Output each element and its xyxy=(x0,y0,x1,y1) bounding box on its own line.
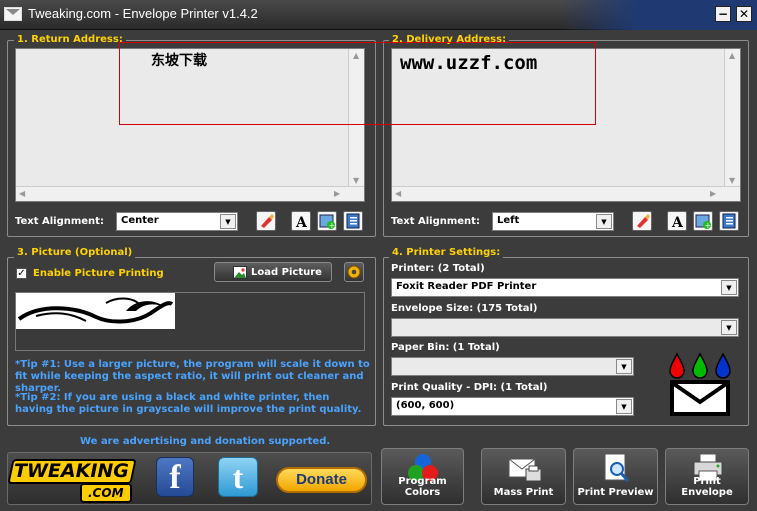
chevron-down-icon[interactable]: ▼ xyxy=(220,214,236,229)
tip-one: *Tip #1: Use a larger picture, the progr… xyxy=(15,359,370,394)
envelope-app-icon xyxy=(4,7,22,21)
scroll-right-icon[interactable]: ▶ xyxy=(334,189,340,198)
enable-picture-checkbox[interactable]: ✓ xyxy=(16,268,27,279)
envelope-size-select[interactable]: ▼ xyxy=(391,318,739,337)
svg-text:+: + xyxy=(705,221,712,230)
return-address-title: 1. Return Address: xyxy=(14,34,126,45)
chevron-down-icon[interactable]: ▼ xyxy=(616,359,632,374)
address-book-icon xyxy=(722,213,736,229)
picture-icon xyxy=(233,266,247,279)
clear-text-button[interactable] xyxy=(256,211,276,231)
close-button[interactable]: ✕ xyxy=(736,6,752,22)
envelope-ink-drops-icon xyxy=(669,352,731,416)
delivery-address-vscrollbar[interactable]: ▲ ▼ xyxy=(724,49,740,187)
minimize-button[interactable]: − xyxy=(715,6,731,22)
title-bar: Tweaking.com - Envelope Printer v1.4.2 −… xyxy=(0,0,757,30)
program-colors-label: Program Colors xyxy=(398,476,447,498)
print-envelope-label: Print Envelope xyxy=(681,476,733,498)
load-picture-button[interactable]: Load Picture xyxy=(214,262,332,282)
svg-text:A: A xyxy=(295,215,308,230)
svg-text:+: + xyxy=(329,221,336,230)
return-alignment-select[interactable]: Center ▼ xyxy=(116,212,238,231)
enable-picture-label: Enable Picture Printing xyxy=(33,268,164,279)
donate-label: Donate xyxy=(296,471,347,488)
address-book-button[interactable] xyxy=(343,211,363,231)
support-text: We are advertising and donation supporte… xyxy=(80,436,331,447)
scroll-left-icon[interactable]: ◀ xyxy=(395,189,401,198)
gear-icon xyxy=(347,265,361,279)
print-preview-icon xyxy=(604,453,630,482)
tweaking-logo-text: TWEAKING xyxy=(14,460,129,482)
picture-title: 3. Picture (Optional) xyxy=(14,247,136,258)
return-address-hscrollbar[interactable]: ◀ ▶ xyxy=(16,186,364,201)
printer-label: Printer: (2 Total) xyxy=(391,263,485,274)
add-address-button[interactable]: + xyxy=(317,211,337,231)
swirl-ornament-icon xyxy=(17,297,174,324)
scroll-right-icon[interactable]: ▶ xyxy=(710,189,716,198)
donate-button[interactable]: Donate xyxy=(276,467,367,493)
paper-bin-select[interactable]: ▼ xyxy=(391,357,634,376)
twitter-button[interactable]: t xyxy=(218,457,258,497)
annotation-rectangle xyxy=(119,42,596,125)
svg-text:A: A xyxy=(671,215,684,230)
chevron-down-icon[interactable]: ▼ xyxy=(721,280,737,295)
font-button[interactable]: A xyxy=(291,211,311,231)
add-address-icon: + xyxy=(695,214,712,230)
printer-value: Foxit Reader PDF Printer xyxy=(396,281,537,292)
tweaking-logo-dotcom: .COM xyxy=(80,483,132,503)
facebook-button[interactable]: f xyxy=(156,457,194,497)
mass-print-icon xyxy=(508,458,542,482)
add-address-icon: + xyxy=(319,214,336,230)
tip-two: *Tip #2: If you are using a black and wh… xyxy=(15,392,362,415)
eraser-icon xyxy=(261,214,274,228)
window-title: Tweaking.com - Envelope Printer v1.4.2 xyxy=(28,6,258,21)
address-book-button[interactable] xyxy=(719,211,739,231)
mass-print-button[interactable]: Mass Print xyxy=(481,448,566,505)
eraser-icon xyxy=(637,214,650,228)
twitter-icon: t xyxy=(232,459,244,495)
return-alignment-label: Text Alignment: xyxy=(15,216,104,227)
address-book-icon xyxy=(346,213,360,229)
print-preview-label: Print Preview xyxy=(577,487,654,498)
print-quality-value: (600, 600) xyxy=(396,400,455,411)
picture-preview xyxy=(15,292,365,351)
printer-settings-title: 4. Printer Settings: xyxy=(389,247,504,258)
facebook-icon: f xyxy=(169,459,181,496)
paper-bin-label: Paper Bin: (1 Total) xyxy=(391,342,500,353)
picture-settings-button[interactable] xyxy=(344,262,364,282)
picture-preview-image xyxy=(16,293,175,329)
printer-select[interactable]: Foxit Reader PDF Printer ▼ xyxy=(391,278,739,297)
load-picture-label: Load Picture xyxy=(251,267,322,278)
scroll-down-icon[interactable]: ▼ xyxy=(729,176,735,185)
scroll-down-icon[interactable]: ▼ xyxy=(353,176,359,185)
program-colors-button[interactable]: Program Colors xyxy=(381,448,464,505)
scroll-up-icon[interactable]: ▲ xyxy=(729,51,735,60)
return-alignment-value: Center xyxy=(121,215,159,226)
mass-print-label: Mass Print xyxy=(493,487,554,498)
print-envelope-button[interactable]: Print Envelope xyxy=(665,448,749,505)
delivery-alignment-value: Left xyxy=(497,215,520,226)
scroll-left-icon[interactable]: ◀ xyxy=(19,189,25,198)
delivery-address-hscrollbar[interactable]: ◀ ▶ xyxy=(392,186,740,201)
print-quality-label: Print Quality - DPI: (1 Total) xyxy=(391,382,548,393)
tweaking-logo[interactable]: TWEAKING .COM xyxy=(7,456,137,503)
chevron-down-icon[interactable]: ▼ xyxy=(616,399,632,414)
font-icon: A xyxy=(295,215,308,231)
print-quality-select[interactable]: (600, 600) ▼ xyxy=(391,397,634,416)
clear-text-button[interactable] xyxy=(632,211,652,231)
delivery-alignment-select[interactable]: Left ▼ xyxy=(492,212,614,231)
font-button[interactable]: A xyxy=(667,211,687,231)
font-icon: A xyxy=(671,215,684,231)
envelope-size-label: Envelope Size: (175 Total) xyxy=(391,303,538,314)
chevron-down-icon[interactable]: ▼ xyxy=(596,214,612,229)
print-preview-button[interactable]: Print Preview xyxy=(573,448,658,505)
add-address-button[interactable]: + xyxy=(693,211,713,231)
chevron-down-icon[interactable]: ▼ xyxy=(721,320,737,335)
delivery-alignment-label: Text Alignment: xyxy=(391,216,480,227)
